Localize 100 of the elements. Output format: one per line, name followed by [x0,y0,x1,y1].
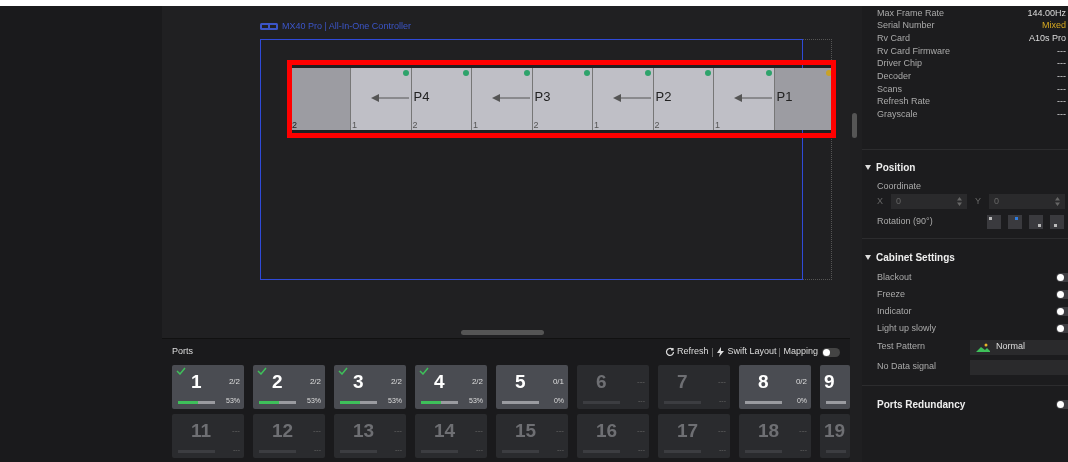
cabinet-index: 2 [654,121,660,130]
port-count: --- [475,425,483,437]
rotation-button[interactable] [1050,215,1064,230]
cabinet[interactable]: 2 [291,68,351,130]
property-value: --- [1057,70,1066,84]
setting-label: Blackout [877,270,913,284]
cabinet[interactable]: 2 P3 [532,68,593,130]
stepper-icon[interactable] [1055,197,1060,207]
port-number: 13 [353,421,375,440]
port-count: 2/2 [228,376,240,388]
cabinet-index: 2 [412,121,418,130]
image-icon [976,342,990,352]
port-count: --- [637,376,645,388]
check-icon [257,367,267,375]
port-number: 16 [596,421,618,440]
toggle-switch[interactable] [1056,399,1068,409]
port-number: 15 [515,421,537,440]
cabinet[interactable]: 2 P4 [411,68,472,130]
setting-label: Test Pattern [877,340,927,354]
port-tile[interactable]: 9 [820,365,850,409]
port-count: --- [718,425,726,437]
port-number: 19 [824,421,846,440]
cabinet[interactable]: 1 [472,68,533,130]
port-number: 12 [272,421,294,440]
property-label: Rv Card [877,31,911,45]
cabinet-index: 2 [533,121,539,130]
mapping-toggle[interactable] [822,347,840,357]
setting-label: Light up slowly [877,321,938,335]
dropdown[interactable]: Normal [970,339,1068,355]
port-number: 17 [677,421,699,440]
port-count: --- [799,425,807,437]
port-number: 1 [191,372,202,391]
cabinet-index: 1 [594,121,599,130]
port-count: --- [313,425,321,437]
field-label: Coordinate [877,180,923,193]
rotation-button[interactable] [987,215,1001,230]
stepper-icon[interactable] [957,197,962,207]
setting-label: Indicator [877,304,913,318]
port-count: --- [232,425,240,437]
port-tile[interactable]: 19 [820,414,850,458]
property-label: Driver Chip [877,57,923,71]
toggle-switch[interactable] [1056,290,1068,300]
rotation-button[interactable] [1008,215,1022,230]
refresh-icon [664,347,675,357]
port-label: P2 [655,90,672,103]
port-count: 2/2 [309,376,321,388]
port-number: 6 [596,372,607,391]
check-icon [176,367,186,375]
property-value: 144.00Hz [1027,6,1066,20]
port-count: --- [394,425,402,437]
scrollbar-thumb[interactable] [852,113,857,138]
check-icon [338,367,348,375]
cabinet[interactable]: 1 [714,68,775,130]
mapping-label: Mapping [783,345,818,359]
swift-layout-button[interactable]: Swift Layout [717,345,777,359]
cabinet[interactable]: 1 [593,68,654,130]
cabinet-index: 1 [473,121,478,130]
property-label: Grayscale [877,108,919,122]
axis-label: X [877,194,883,208]
property-label: Scans [877,82,903,96]
property-label: Refresh Rate [877,95,932,109]
property-label: Serial Number [877,19,936,33]
property-label: Max Frame Rate [877,6,946,20]
check-icon [419,367,429,375]
setting-label: Ports Redundancy [877,397,967,412]
controller-icon [260,23,278,31]
scrollbar-thumb[interactable] [461,330,544,335]
port-number: 18 [758,421,780,440]
rotation-button[interactable] [1029,215,1043,230]
property-label: Decoder [877,70,913,84]
port-number: 5 [515,372,526,391]
port-number: 8 [758,372,769,391]
port-count: --- [637,425,645,437]
port-count: 0/1 [552,376,564,388]
port-number: 14 [434,421,456,440]
section-title: Position [876,160,916,175]
toggle-switch[interactable] [1056,273,1068,283]
panel-title: Ports [172,345,194,359]
port-number: 11 [191,421,212,440]
cabinet[interactable]: 1 [351,68,412,130]
property-value: Mixed [1042,19,1066,33]
cabinet[interactable]: 2 P2 [653,68,714,130]
expand-caret-icon[interactable] [865,254,871,260]
port-number: 3 [353,372,364,391]
setting-label: No Data signal [877,360,938,374]
port-count: --- [718,376,726,388]
port-number: 9 [824,372,835,391]
cabinet-index: 1 [352,121,357,130]
toggle-switch[interactable] [1056,307,1068,317]
property-value: --- [1057,108,1066,122]
toggle-switch[interactable] [1056,324,1068,334]
expand-caret-icon[interactable] [865,164,871,170]
property-label: Rv Card Firmware [877,44,951,58]
port-count: 2/2 [471,376,483,388]
refresh-button[interactable]: Refresh [664,345,709,359]
port-count: --- [556,425,564,437]
port-number: 4 [434,372,445,391]
setting-label: Freeze [877,287,906,301]
port-number: 7 [677,372,688,391]
lightning-icon [717,347,725,357]
